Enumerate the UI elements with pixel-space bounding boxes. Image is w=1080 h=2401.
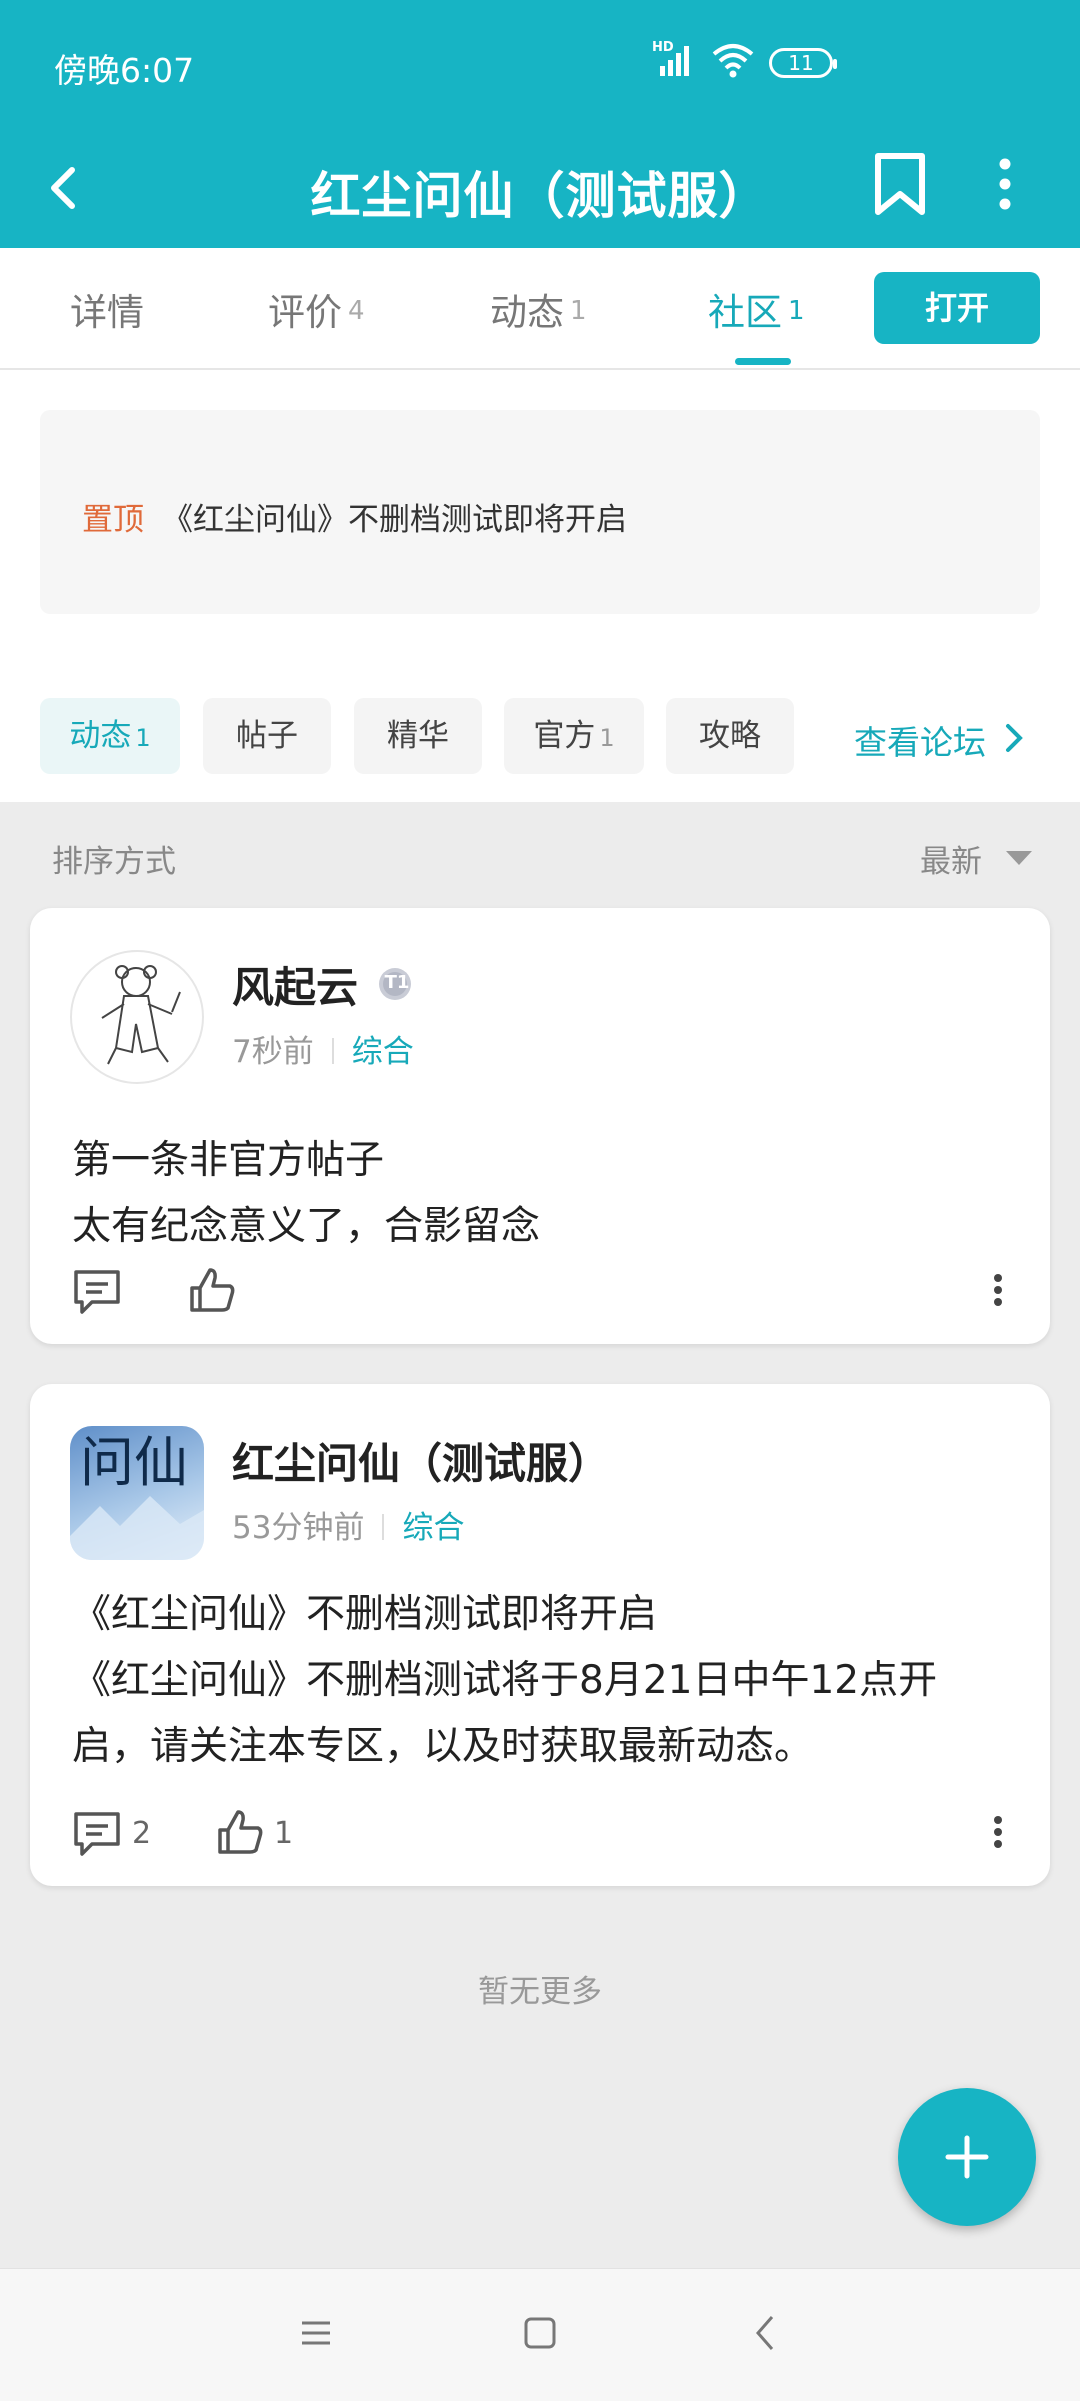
filter-chip-featured[interactable]: 精华: [354, 698, 482, 774]
user-avatar-illustration: [101, 965, 181, 1065]
post-meta: 7秒前 综合: [232, 1026, 414, 1071]
bookmark-icon: [875, 153, 925, 215]
status-time: 傍晚6:07: [54, 51, 195, 90]
chip-label: 精华: [387, 718, 449, 754]
post-time: 53分钟前: [232, 1510, 365, 1546]
post-title: 第一条非官方帖子: [72, 1138, 385, 1183]
author-name: 红尘问仙（测试服）: [232, 1439, 611, 1488]
tab-label: 详情: [70, 291, 144, 334]
post-body[interactable]: 第一条非官方帖子 太有纪念意义了，合影留念: [72, 1128, 540, 1260]
status-icons: HD: [652, 40, 756, 80]
post-text: 《红尘问仙》不删档测试将于8月21日中午12点开: [72, 1658, 938, 1703]
post-author[interactable]: 红尘问仙（测试服）: [232, 1430, 610, 1491]
home-square-icon[interactable]: [520, 2313, 560, 2353]
post-category[interactable]: 综合: [402, 1510, 464, 1546]
comment-icon[interactable]: [72, 1810, 122, 1858]
tab-label: 动态: [490, 291, 564, 334]
chip-count: 1: [135, 724, 151, 752]
tab-activity[interactable]: 动态 1: [490, 282, 587, 336]
post-card[interactable]: 问仙 红尘问仙（测试服） 53分钟前 综合 《红尘问仙》不删档测试即将开启 《红尘…: [30, 1384, 1050, 1886]
tab-count: 1: [788, 296, 805, 326]
view-forum-label: 查看论坛: [854, 723, 986, 762]
like-icon[interactable]: [216, 1808, 264, 1856]
tab-label: 评价: [268, 291, 342, 334]
post-author[interactable]: 风起云 T1: [232, 954, 417, 1015]
post-actions: 2 1: [72, 1804, 1012, 1864]
hd-signal-icon: HD: [652, 40, 694, 80]
pinned-post-card[interactable]: 置顶 《红尘问仙》不删档测试即将开启: [40, 410, 1040, 614]
comment-count: 2: [132, 1816, 152, 1851]
filter-chip-official[interactable]: 官方 1: [504, 698, 644, 774]
like-icon[interactable]: [188, 1266, 236, 1314]
post-actions: [72, 1262, 1012, 1322]
plus-icon: [945, 2135, 989, 2179]
system-nav-bar: [0, 2268, 1080, 2401]
post-time: 7秒前: [232, 1034, 314, 1070]
tab-indicator: [735, 358, 791, 365]
sort-row: 排序方式 最新: [0, 802, 1080, 902]
filter-chip-guides[interactable]: 攻略: [666, 698, 794, 774]
more-vertical-icon[interactable]: [990, 1814, 1006, 1850]
meta-separator: [331, 1038, 334, 1064]
filter-chip-activity[interactable]: 动态 1: [40, 698, 180, 774]
chip-label: 官方: [533, 718, 596, 754]
pinned-title: 《红尘问仙》不删档测试即将开启: [162, 502, 627, 538]
open-button[interactable]: 打开: [874, 272, 1040, 344]
meta-separator: [382, 1514, 385, 1540]
menu-icon[interactable]: [298, 2315, 334, 2351]
wifi-icon: [710, 40, 756, 80]
tab-reviews[interactable]: 评价 4: [268, 282, 365, 336]
pinned-tag: 置顶: [82, 502, 144, 538]
post-text: 启，请关注本专区，以及时获取最新动态。: [72, 1724, 814, 1769]
chip-count: 1: [599, 724, 615, 752]
avatar[interactable]: 问仙: [70, 1426, 204, 1560]
tab-details[interactable]: 详情: [70, 282, 144, 336]
chip-label: 攻略: [699, 718, 761, 754]
tab-label: 社区: [708, 291, 782, 334]
like-count: 1: [274, 1816, 294, 1851]
more-vertical-icon[interactable]: [990, 1272, 1006, 1308]
badge-label: T1: [384, 972, 410, 993]
post-card[interactable]: 风起云 T1 7秒前 综合 第一条非官方帖子 太有纪念意义了，合影留念: [30, 908, 1050, 1344]
post-category[interactable]: 综合: [352, 1034, 414, 1070]
back-chevron-icon[interactable]: [750, 2313, 780, 2353]
post-text: 太有纪念意义了，合影留念: [72, 1204, 541, 1249]
chip-label: 帖子: [236, 718, 298, 754]
more-button[interactable]: [980, 146, 1030, 226]
bookmark-button[interactable]: [868, 142, 932, 226]
filter-chip-posts[interactable]: 帖子: [203, 698, 331, 774]
chip-label: 动态: [69, 718, 132, 754]
avatar-calligraphy: 问仙: [80, 1431, 188, 1494]
sort-dropdown[interactable]: 最新: [920, 836, 982, 881]
status-bar: 傍晚6:07 HD 11: [0, 0, 1080, 128]
post-meta: 53分钟前 综合: [232, 1502, 464, 1547]
new-post-button[interactable]: [898, 2088, 1036, 2226]
more-vertical-icon: [999, 158, 1011, 210]
chevron-right-icon: [1006, 724, 1023, 752]
tab-count: 1: [570, 296, 587, 326]
author-name: 风起云: [232, 963, 359, 1012]
battery-level: 11: [788, 51, 814, 75]
view-forum-link[interactable]: 查看论坛: [800, 692, 1040, 782]
user-badge: T1: [377, 966, 417, 1006]
caret-down-icon[interactable]: [1004, 849, 1034, 867]
comment-icon[interactable]: [72, 1268, 122, 1316]
tab-community[interactable]: 社区 1: [708, 282, 805, 336]
post-body[interactable]: 《红尘问仙》不删档测试即将开启 《红尘问仙》不删档测试将于8月21日中午12点开…: [72, 1582, 937, 1780]
app-header: 红尘问仙（测试服）: [0, 128, 1080, 248]
no-more-text: 暂无更多: [478, 1974, 602, 2010]
tab-count: 4: [348, 296, 365, 326]
post-title: 《红尘问仙》不删档测试即将开启: [72, 1592, 658, 1637]
avatar[interactable]: [70, 950, 204, 1084]
community-top-section: 置顶 《红尘问仙》不删档测试即将开启 动态 1 帖子 精华 官方 1 攻略 查看论坛: [0, 370, 1080, 802]
battery-icon: 11: [769, 48, 837, 78]
sort-label: 排序方式: [52, 844, 176, 880]
